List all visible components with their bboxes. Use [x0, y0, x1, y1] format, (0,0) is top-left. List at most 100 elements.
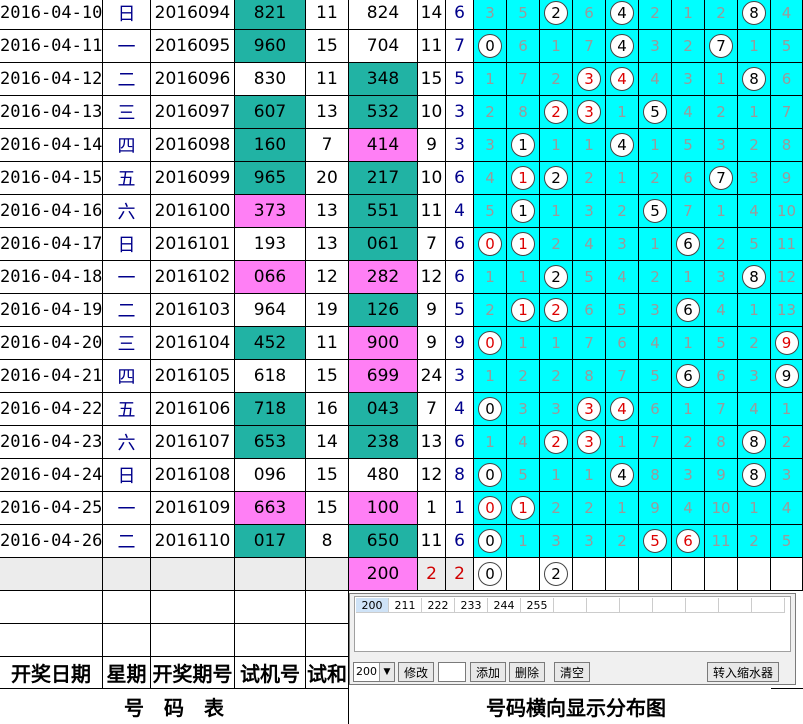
test-sum-cell: 15 [306, 360, 349, 393]
history-item[interactable]: 211 [389, 598, 422, 613]
weekday-cell: 一 [103, 492, 151, 525]
miss-count: 8 [650, 466, 660, 484]
dist-cell-2: 2 [540, 261, 573, 294]
history-item[interactable] [587, 598, 620, 613]
predict-number: 200 [366, 564, 400, 584]
dist-cell-1: 1 [507, 129, 540, 162]
test-sum: 14 [316, 432, 338, 452]
history-item[interactable] [620, 598, 653, 613]
miss-count: 2 [716, 4, 726, 22]
weekday: 一 [117, 268, 136, 289]
history-list[interactable]: 200 211 222 233 244 255 [354, 596, 791, 652]
dist-cell-2: 1 [540, 459, 573, 492]
weekday-cell: 二 [103, 63, 151, 96]
hit-ball: 9 [774, 364, 799, 388]
dist-cell-6: 4 [672, 492, 705, 525]
miss-count: 1 [485, 268, 495, 286]
history-item[interactable] [719, 598, 752, 613]
history-item[interactable] [653, 598, 686, 613]
open-number-cell: 100 [349, 492, 418, 525]
dist-cell-0: 1 [474, 63, 507, 96]
miss-count: 6 [683, 169, 693, 187]
hit-ball: 5 [643, 100, 667, 124]
history-item[interactable] [554, 598, 587, 613]
history-item[interactable] [752, 598, 785, 613]
dist-cell-3: 5 [573, 261, 606, 294]
draw-date: 2016-04-15 [0, 168, 103, 188]
hit-ball: 0 [478, 397, 502, 421]
predict-dist-cell [573, 558, 606, 591]
hit-ball: 0 [478, 529, 502, 553]
header-issue: 开奖期号 [151, 657, 235, 689]
chevron-down-icon[interactable]: ▼ [379, 663, 394, 681]
issue-cell: 2016103 [151, 294, 235, 327]
history-item[interactable]: 200 [356, 598, 389, 613]
modify-button[interactable]: 修改 [398, 662, 434, 682]
dist-cell-9: 9 [771, 327, 803, 360]
open-number: 100 [366, 498, 400, 518]
dist-cell-5: 1 [639, 228, 672, 261]
test-number: 965 [253, 168, 287, 188]
history-item[interactable]: 233 [455, 598, 488, 613]
tail-value-cell: 5 [446, 63, 474, 96]
issue-number: 2016106 [154, 399, 231, 419]
weekday: 四 [117, 367, 136, 388]
miss-count: 3 [485, 136, 495, 154]
miss-count: 10 [711, 499, 731, 517]
miss-count: 1 [617, 499, 627, 517]
dist-cell-1: 1 [507, 162, 540, 195]
test-number-cell: 160 [235, 129, 306, 162]
history-item[interactable] [686, 598, 719, 613]
open-number: 650 [366, 531, 400, 551]
hit-ball: 8 [742, 1, 766, 25]
add-number-input[interactable] [438, 662, 466, 682]
miss-count: 6 [716, 367, 726, 385]
transfer-to-filter-button[interactable]: 转入缩水器 [707, 662, 779, 682]
weekday: 六 [117, 433, 136, 454]
empty-cell [103, 558, 151, 591]
miss-count: 5 [749, 235, 759, 253]
open-number: 900 [366, 333, 400, 353]
history-item[interactable]: 222 [422, 598, 455, 613]
predict-tail-cell: 2 [446, 558, 474, 591]
miss-count: 1 [683, 400, 693, 418]
test-sum: 20 [316, 168, 338, 188]
dist-cell-2: 2 [540, 228, 573, 261]
dist-cell-8: 8 [738, 0, 771, 30]
header-sum: 试和 [306, 657, 349, 689]
date-cell: 2016-04-23 [0, 426, 103, 459]
miss-count: 2 [781, 433, 792, 451]
dist-cell-7: 3 [705, 129, 738, 162]
miss-count: 10 [776, 202, 797, 220]
miss-count: 4 [683, 499, 693, 517]
dist-cell-8: 5 [738, 228, 771, 261]
open-number-cell: 480 [349, 459, 418, 492]
test-number: 821 [253, 3, 287, 23]
weekday: 一 [117, 37, 136, 58]
weekday-cell: 四 [103, 129, 151, 162]
delete-button[interactable]: 删除 [509, 662, 545, 682]
dist-cell-2: 2 [540, 162, 573, 195]
clear-button[interactable]: 清空 [554, 662, 590, 682]
weekday-cell: 六 [103, 195, 151, 228]
history-item[interactable]: 255 [521, 598, 554, 613]
miss-count: 1 [485, 433, 495, 451]
hit-ball: 3 [577, 67, 601, 91]
number-select[interactable]: 200 ▼ [353, 662, 395, 682]
history-item[interactable]: 244 [488, 598, 521, 613]
hit-ball: 0 [478, 496, 502, 520]
dist-cell-4: 5 [606, 294, 639, 327]
dist-cell-4: 4 [606, 261, 639, 294]
issue-number: 2016097 [154, 102, 231, 122]
dist-cell-1: 5 [507, 0, 540, 30]
weekday: 六 [117, 202, 136, 223]
miss-count: 1 [683, 268, 693, 286]
test-number-cell: 017 [235, 525, 306, 558]
add-button[interactable]: 添加 [470, 662, 506, 682]
dist-cell-5: 9 [639, 492, 672, 525]
weekday: 三 [117, 103, 136, 124]
issue-cell: 2016095 [151, 30, 235, 63]
predict-dist-cell [606, 558, 639, 591]
span-value-cell: 9 [418, 294, 446, 327]
span-value-cell: 15 [418, 63, 446, 96]
